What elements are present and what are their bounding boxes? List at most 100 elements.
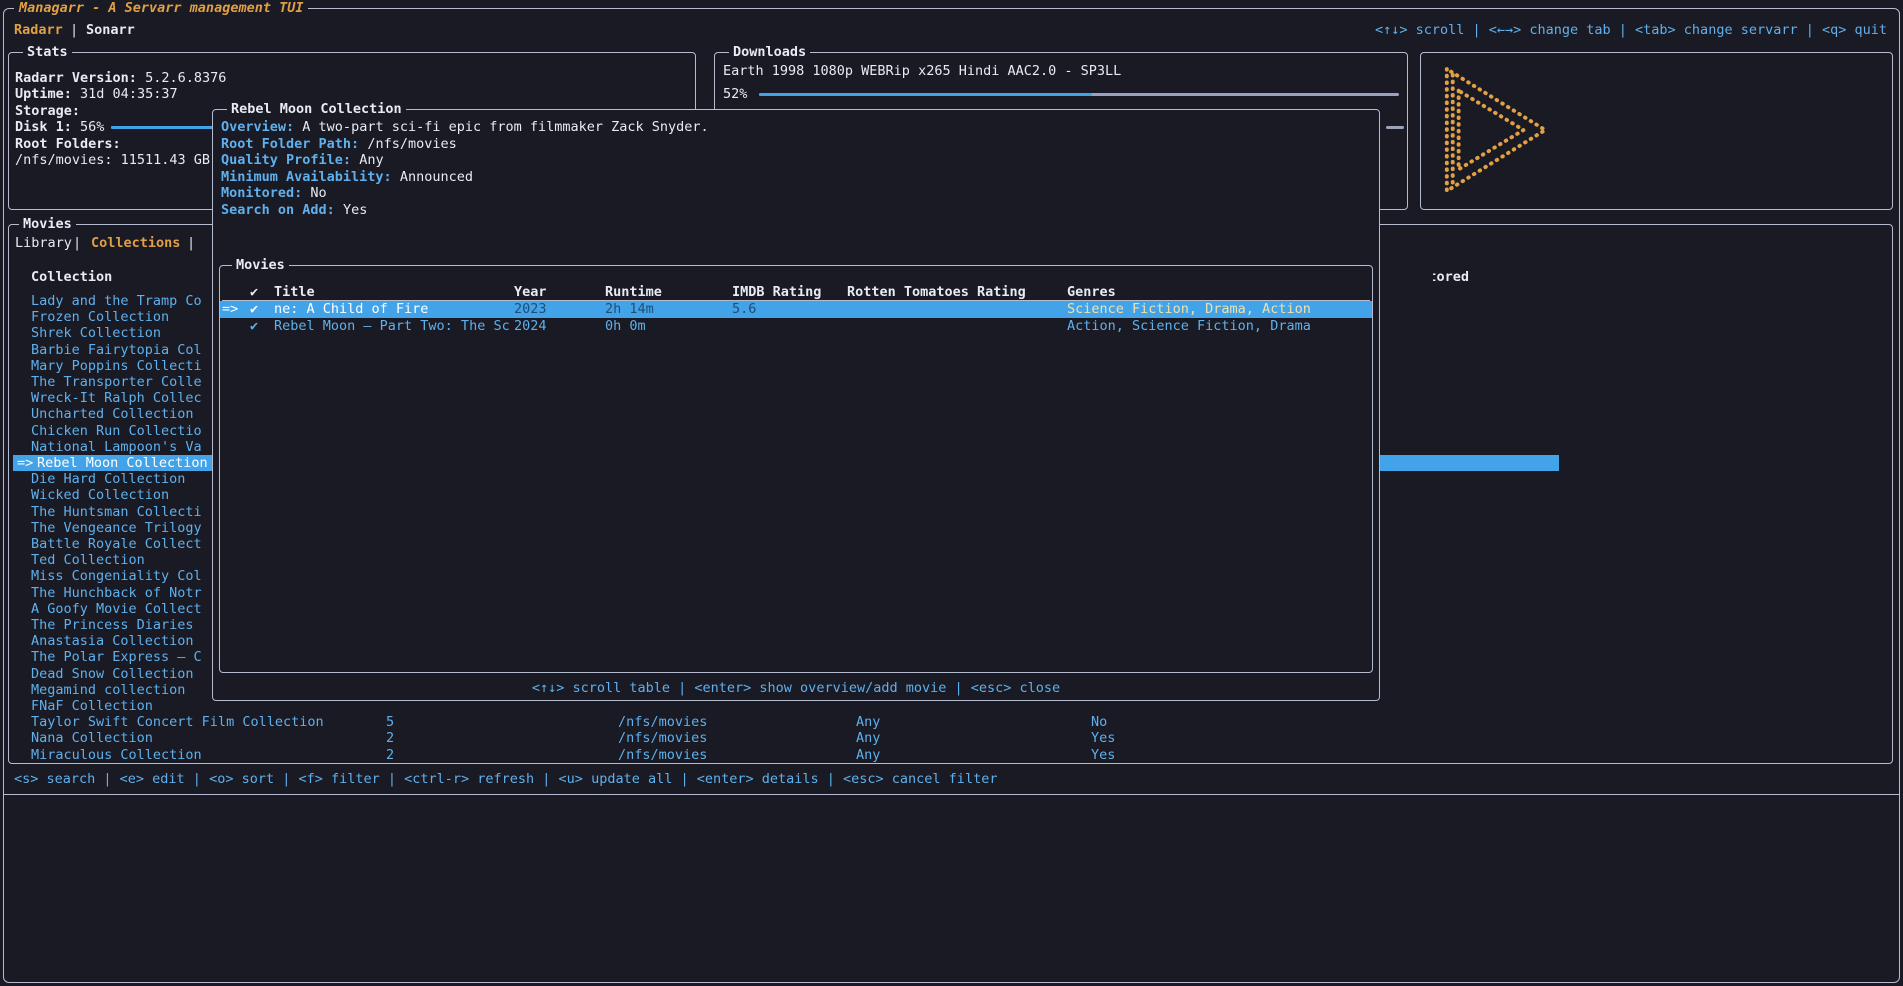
- footer-divider: [3, 794, 1900, 795]
- collection-name: Wicked Collection: [31, 487, 169, 503]
- collection-name: A Goofy Movie Collect: [31, 601, 202, 617]
- collection-name: Battle Royale Collect: [31, 536, 202, 552]
- download-item-name: Earth 1998 1080p WEBRip x265 Hindi AAC2.…: [723, 63, 1121, 79]
- version-value: 5.2.6.8376: [145, 70, 226, 86]
- tab-sonarr[interactable]: Sonarr: [86, 22, 135, 38]
- collection-root-folder: /nfs/movies: [618, 747, 707, 763]
- stats-uptime-line: Uptime: 31d 04:35:37: [15, 86, 178, 102]
- collection-name: The Hunchback of Notr: [31, 585, 202, 601]
- movies-header-row: ✔ Title Year Runtime IMDB Rating Rotten …: [220, 284, 1372, 300]
- collection-name: Shrek Collection: [31, 325, 161, 341]
- detail-label: Overview:: [221, 119, 294, 135]
- collection-name: Rebel Moon Collection: [37, 455, 208, 471]
- detail-label: Root Folder Path:: [221, 136, 359, 152]
- collection-quality-profile: Any: [856, 747, 880, 763]
- movie-genres: Science Fiction, Drama, Action: [1067, 301, 1311, 318]
- movie-title: ne: A Child of Fire: [274, 301, 428, 318]
- detail-value: Any: [359, 152, 383, 168]
- detail-minimum-availability: Minimum Availability: Announced: [221, 169, 473, 185]
- detail-label: Monitored:: [221, 185, 302, 201]
- collection-details-popup: Rebel Moon Collection Overview: A two-pa…: [212, 109, 1380, 701]
- disk-percent: 56%: [80, 119, 104, 135]
- managarr-logo-icon: [1437, 61, 1555, 201]
- collection-name: National Lampoon's Va: [31, 439, 202, 455]
- collection-name: Chicken Run Collectio: [31, 423, 202, 439]
- root-folders-label: Root Folders:: [15, 136, 121, 152]
- collection-monitored: Yes: [1091, 730, 1115, 746]
- tab-collections[interactable]: Collections: [91, 235, 180, 251]
- collection-name: Lady and the Tramp Co: [31, 293, 202, 309]
- detail-overview: Overview: A two-part sci-fi epic from fi…: [221, 119, 709, 135]
- movie-row[interactable]: ✔ Rebel Moon – Part Two: The Scar 2024 0…: [220, 318, 1372, 335]
- uptime-value: 31d 04:35:37: [80, 86, 178, 102]
- header-monitored: Monitored: [1433, 269, 1469, 285]
- collection-movie-count: 2: [386, 730, 394, 746]
- collection-movie-count: 2: [386, 747, 394, 763]
- detail-quality-profile: Quality Profile: Any: [221, 152, 384, 168]
- disk-usage-line: Disk 1: 56%: [15, 119, 104, 135]
- collection-name: The Vengeance Trilogy: [31, 520, 202, 536]
- tab-separator: |: [73, 235, 81, 251]
- collection-name: The Princess Diaries: [31, 617, 194, 633]
- collection-root-folder: /nfs/movies: [618, 730, 707, 746]
- collection-name: Mary Poppins Collecti: [31, 358, 202, 374]
- detail-root-folder-path: Root Folder Path: /nfs/movies: [221, 136, 457, 152]
- popup-title: Rebel Moon Collection: [227, 101, 406, 117]
- collection-root-folder: /nfs/movies: [618, 714, 707, 730]
- collection-monitored: Yes: [1091, 747, 1115, 763]
- selection-arrow: =>: [222, 301, 238, 318]
- stats-version-line: Radarr Version: 5.2.6.8376: [15, 70, 226, 86]
- download-progress-gauge: [759, 93, 1399, 96]
- collection-row[interactable]: Miraculous Collection 2/nfs/movies Any Yes: [13, 747, 1890, 763]
- tab-radarr[interactable]: Radarr: [14, 22, 63, 38]
- collection-quality-profile: Any: [856, 714, 880, 730]
- movie-imdb-rating: 5.6: [732, 301, 756, 318]
- collection-row[interactable]: Taylor Swift Concert Film Collection5/nf…: [13, 714, 1890, 730]
- header-genres: Genres: [1067, 284, 1116, 300]
- movie-runtime: 2h 14m: [605, 301, 654, 318]
- header-year: Year: [514, 284, 547, 300]
- header-collection: Collection: [31, 269, 112, 285]
- detail-value: /nfs/movies: [367, 136, 456, 152]
- movie-genres: Action, Science Fiction, Drama: [1067, 318, 1311, 335]
- collection-name: Uncharted Collection: [31, 406, 194, 422]
- logo-panel: [1420, 52, 1893, 210]
- downloads-panel-title: Downloads: [729, 44, 810, 60]
- managarr-app: Managarr - A Servarr management TUI Rada…: [0, 0, 1903, 986]
- tab-separator: |: [187, 235, 195, 251]
- popup-movies-table: Movies ✔ Title Year Runtime IMDB Rating …: [219, 265, 1373, 673]
- detail-label: Quality Profile:: [221, 152, 351, 168]
- detail-value: Yes: [343, 202, 367, 218]
- collection-name: The Polar Express – C: [31, 649, 202, 665]
- app-title: Managarr - A Servarr management TUI: [14, 0, 308, 16]
- header-title: Title: [274, 284, 315, 300]
- collection-row[interactable]: Nana Collection 2/nfs/movies Any Yes: [13, 730, 1890, 746]
- bottom-keybind-hints: <s> search | <e> edit | <o> sort | <f> f…: [14, 771, 997, 787]
- collection-name: Miraculous Collection: [31, 747, 202, 763]
- top-keybind-hints: <↑↓> scroll | <←→> change tab | <tab> ch…: [1375, 22, 1887, 38]
- movie-runtime: 0h 0m: [605, 318, 646, 335]
- collection-name: The Transporter Colle: [31, 374, 202, 390]
- header-imdb-rating: IMDB Rating: [732, 284, 821, 300]
- movie-year: 2023: [514, 301, 547, 318]
- collection-name: Megamind collection: [31, 682, 185, 698]
- stats-panel-title: Stats: [23, 44, 72, 60]
- collection-name: Nana Collection: [31, 730, 153, 746]
- collection-name: Frozen Collection: [31, 309, 169, 325]
- movie-title: Rebel Moon – Part Two: The Scar: [274, 318, 510, 335]
- detail-label: Minimum Availability:: [221, 169, 392, 185]
- collection-name: FNaF Collection: [31, 698, 153, 714]
- collection-name: Ted Collection: [31, 552, 145, 568]
- download-percent: 52%: [723, 86, 747, 102]
- tab-library[interactable]: Library: [15, 235, 72, 251]
- collection-quality-profile: Any: [856, 730, 880, 746]
- tab-separator: |: [70, 22, 78, 38]
- selection-arrow: =>: [17, 455, 33, 471]
- movie-row[interactable]: => ✔ ne: A Child of Fire 2023 2h 14m 5.6…: [220, 301, 1372, 318]
- uptime-label: Uptime:: [15, 86, 72, 102]
- collection-name: Anastasia Collection: [31, 633, 194, 649]
- detail-search-on-add: Search on Add: Yes: [221, 202, 367, 218]
- version-label: Radarr Version:: [15, 70, 137, 86]
- detail-monitored: Monitored: No: [221, 185, 327, 201]
- detail-value: A two-part sci-fi epic from filmmaker Za…: [302, 119, 708, 135]
